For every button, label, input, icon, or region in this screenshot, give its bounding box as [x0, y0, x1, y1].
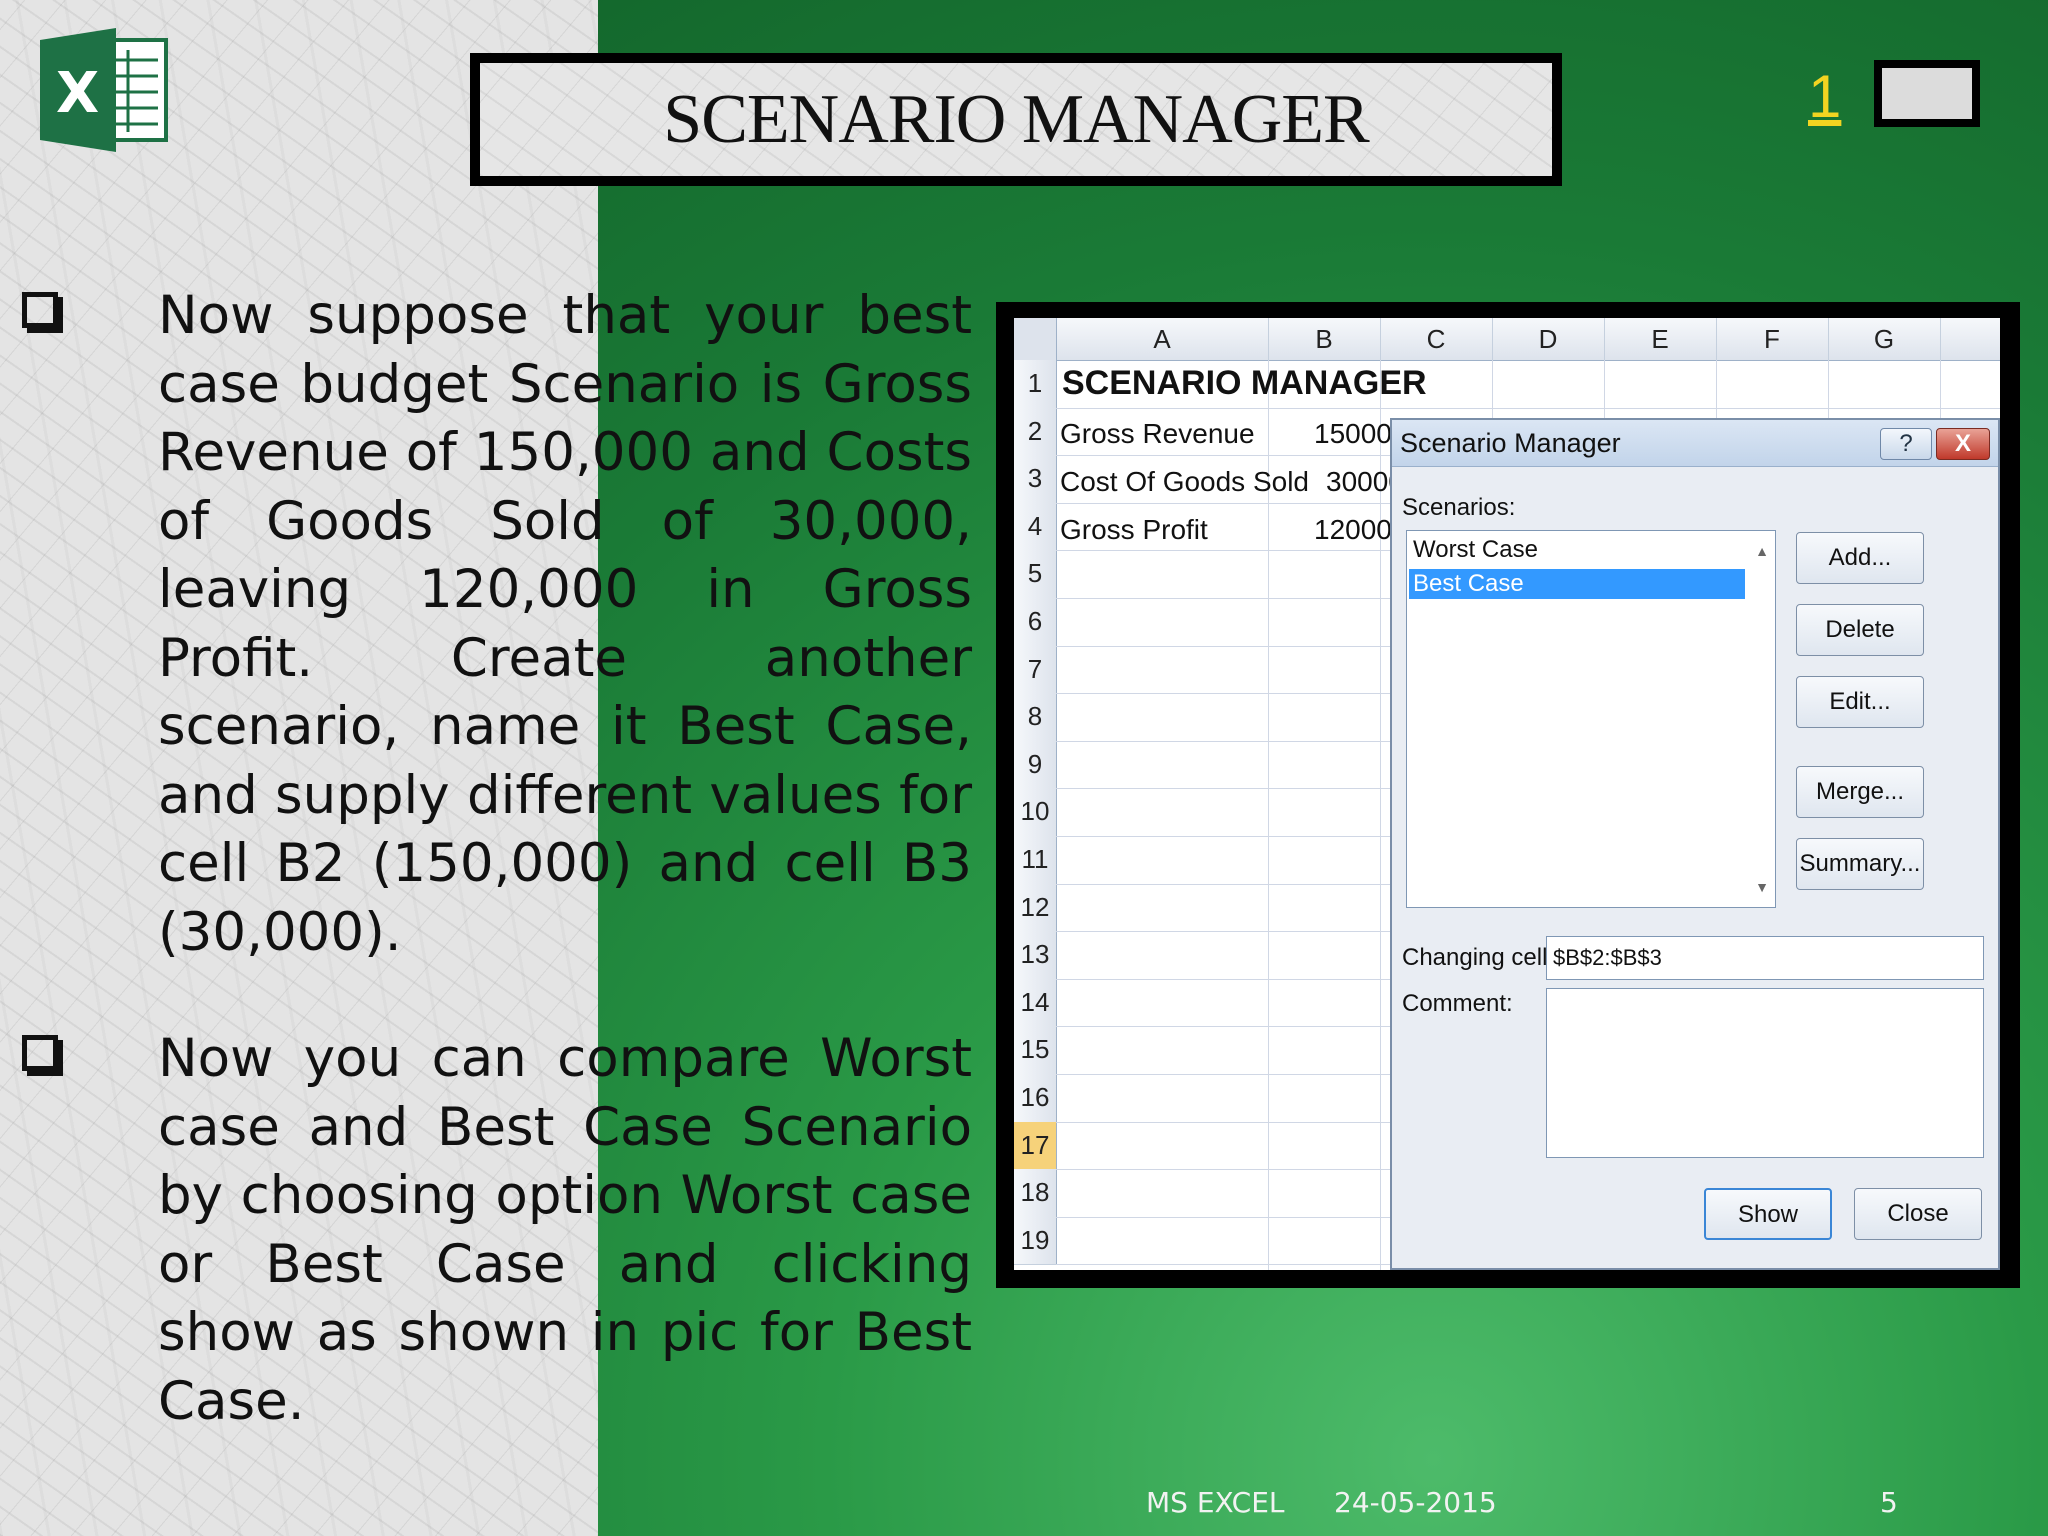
cell-a3[interactable]: Cost Of Goods Sold — [1060, 466, 1309, 498]
bullet-text: Now suppose that your best case budget S… — [158, 285, 972, 963]
scroll-up-icon[interactable]: ▲ — [1755, 543, 1769, 559]
column-header-b[interactable]: B — [1268, 318, 1381, 360]
column-header-g[interactable]: G — [1828, 318, 1941, 360]
row-header[interactable]: 13 — [1014, 931, 1057, 980]
row-header[interactable]: 17 — [1014, 1121, 1057, 1171]
add-button[interactable]: Add... — [1796, 532, 1924, 584]
close-icon[interactable]: X — [1936, 428, 1990, 460]
row-header[interactable]: 8 — [1014, 693, 1057, 742]
grid-line — [1056, 407, 2000, 409]
column-headers: A B C D E F G — [1014, 318, 2000, 361]
excel-screenshot: A B C D E F G 1 2 3 4 5 6 7 8 9 10 11 12 13 14 15 16 17 1… — [1014, 318, 2000, 1270]
summary-button[interactable]: Summary... — [1796, 838, 1924, 890]
slide-title: SCENARIO MANAGER — [663, 80, 1369, 158]
row-header[interactable]: 11 — [1014, 836, 1057, 885]
column-header-f[interactable]: F — [1716, 318, 1829, 360]
changing-cells-label: Changing cells: — [1402, 944, 1567, 971]
scenario-manager-dialog: Scenario Manager ? X Scenarios: Worst Ca… — [1390, 418, 2000, 1270]
cell-a2[interactable]: Gross Revenue — [1060, 418, 1255, 450]
close-button[interactable]: Close — [1854, 1188, 1982, 1240]
row-header[interactable]: 1 — [1014, 360, 1057, 409]
scenario-item-best-case[interactable]: Best Case — [1409, 569, 1745, 599]
row-header[interactable]: 19 — [1014, 1216, 1057, 1266]
edit-button[interactable]: Edit... — [1796, 676, 1924, 728]
cell-a4[interactable]: Gross Profit — [1060, 514, 1208, 546]
row-header[interactable]: 4 — [1014, 502, 1057, 552]
scroll-down-icon[interactable]: ▼ — [1755, 879, 1769, 895]
footer-date: 24-05-2015 — [1334, 1486, 1497, 1519]
row-header[interactable]: 2 — [1014, 407, 1057, 457]
dialog-title-bar[interactable]: Scenario Manager ? X — [1392, 420, 1998, 467]
scenarios-listbox[interactable]: Worst Case Best Case ▲ ▼ — [1406, 530, 1776, 908]
row-header[interactable]: 14 — [1014, 978, 1057, 1028]
row-header[interactable]: 9 — [1014, 740, 1057, 790]
help-icon[interactable]: ? — [1880, 428, 1932, 460]
row-header[interactable]: 16 — [1014, 1074, 1057, 1123]
page-number: 5 — [1880, 1486, 1898, 1519]
slide-link[interactable]: 1 — [1808, 62, 1841, 131]
dialog-title: Scenario Manager — [1400, 428, 1621, 458]
select-all-corner[interactable] — [1014, 318, 1057, 360]
row-header[interactable]: 3 — [1014, 455, 1057, 504]
bullet-item: Now you can compare Worst case and Best … — [22, 1025, 972, 1436]
slide-title-box: SCENARIO MANAGER — [470, 53, 1562, 186]
column-header-c[interactable]: C — [1380, 318, 1493, 360]
row-header[interactable]: 15 — [1014, 1026, 1057, 1075]
column-header-d[interactable]: D — [1492, 318, 1605, 360]
merge-button[interactable]: Merge... — [1796, 766, 1924, 818]
bullet-list: Now suppose that your best case budget S… — [22, 282, 972, 1494]
row-header[interactable]: 12 — [1014, 883, 1057, 933]
excel-logo-icon: X — [40, 28, 168, 152]
changing-cells-field[interactable]: $B$2:$B$3 — [1546, 936, 1984, 980]
row-header[interactable]: 18 — [1014, 1169, 1057, 1218]
svg-text:X: X — [56, 61, 99, 126]
row-header[interactable]: 5 — [1014, 550, 1057, 599]
show-button[interactable]: Show — [1704, 1188, 1832, 1240]
comment-label: Comment: — [1402, 990, 1513, 1017]
row-header[interactable]: 10 — [1014, 788, 1057, 837]
footer-left: MS EXCEL — [1146, 1486, 1285, 1519]
checkbox-bullet-icon — [22, 1035, 58, 1071]
bullet-text: Now you can compare Worst case and Best … — [158, 1028, 972, 1432]
row-header[interactable]: 6 — [1014, 598, 1057, 647]
navigation-box[interactable] — [1874, 60, 1980, 127]
column-header-a[interactable]: A — [1056, 318, 1269, 360]
bullet-item: Now suppose that your best case budget S… — [22, 282, 972, 967]
row-header[interactable]: 7 — [1014, 645, 1057, 695]
cell-a1[interactable]: SCENARIO MANAGER — [1062, 364, 1427, 403]
column-header-e[interactable]: E — [1604, 318, 1717, 360]
scenarios-label: Scenarios: — [1402, 494, 1516, 521]
delete-button[interactable]: Delete — [1796, 604, 1924, 656]
comment-field[interactable] — [1546, 988, 1984, 1158]
checkbox-bullet-icon — [22, 292, 58, 328]
scenario-item-worst-case[interactable]: Worst Case — [1409, 535, 1745, 565]
